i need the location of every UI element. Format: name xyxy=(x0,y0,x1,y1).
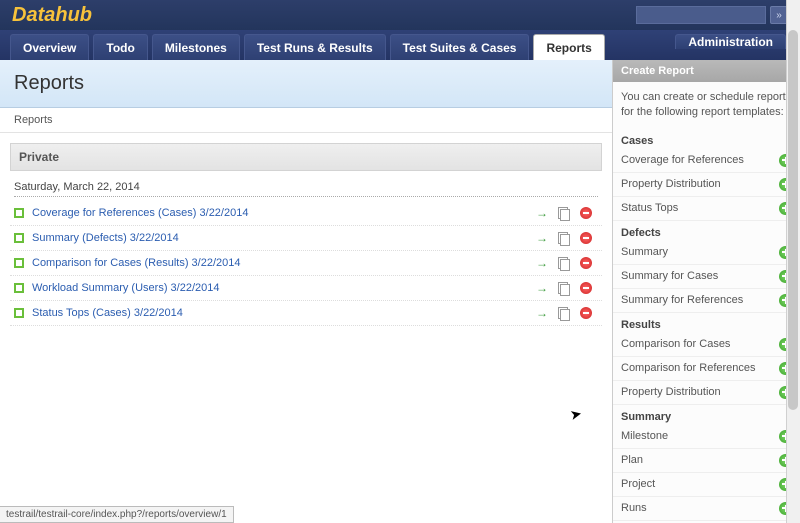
copy-icon[interactable] xyxy=(558,282,570,294)
sidebar-item-label: Property Distribution xyxy=(621,386,721,398)
main-panel: Reports Reports Private Saturday, March … xyxy=(0,60,612,523)
row-actions: → xyxy=(536,256,598,270)
row-actions: → xyxy=(536,206,598,220)
report-row: Status Tops (Cases) 3/22/2014→ xyxy=(10,301,602,326)
sidebar-item[interactable]: Comparison for Cases xyxy=(613,333,800,357)
sidebar-item-label: Property Distribution xyxy=(621,178,721,190)
report-status-icon xyxy=(14,208,24,218)
scrollbar[interactable] xyxy=(786,0,800,523)
delete-icon[interactable] xyxy=(580,282,592,294)
sidebar-item[interactable]: Summary for References xyxy=(613,289,800,313)
report-row: Coverage for References (Cases) 3/22/201… xyxy=(10,201,602,226)
copy-icon[interactable] xyxy=(558,307,570,319)
sidebar-item-label: Project xyxy=(621,478,655,490)
report-row: Summary (Defects) 3/22/2014→ xyxy=(10,226,602,251)
report-link[interactable]: Workload Summary (Users) 3/22/2014 xyxy=(32,282,536,294)
sidebar-item[interactable]: Milestone xyxy=(613,425,800,449)
scrollbar-thumb[interactable] xyxy=(788,30,798,410)
tab-administration[interactable]: Administration xyxy=(675,34,786,49)
copy-icon[interactable] xyxy=(558,232,570,244)
open-icon[interactable]: → xyxy=(536,206,548,220)
report-link[interactable]: Summary (Defects) 3/22/2014 xyxy=(32,232,536,244)
report-link[interactable]: Status Tops (Cases) 3/22/2014 xyxy=(32,307,536,319)
copy-icon[interactable] xyxy=(558,207,570,219)
open-icon[interactable]: → xyxy=(536,256,548,270)
tab-overview[interactable]: Overview xyxy=(10,34,89,60)
sidebar-item[interactable]: Comparison for References xyxy=(613,357,800,381)
report-status-icon xyxy=(14,233,24,243)
sidebar: Create Report You can create or schedule… xyxy=(612,60,800,523)
tab-reports[interactable]: Reports xyxy=(533,34,604,60)
tab-milestones[interactable]: Milestones xyxy=(152,34,240,60)
date-heading: Saturday, March 22, 2014 xyxy=(14,181,598,197)
sidebar-group-title: Summary xyxy=(613,405,800,425)
sidebar-item[interactable]: Plan xyxy=(613,449,800,473)
report-status-icon xyxy=(14,258,24,268)
report-row: Comparison for Cases (Results) 3/22/2014… xyxy=(10,251,602,276)
row-actions: → xyxy=(536,281,598,295)
sidebar-item-label: Coverage for References xyxy=(621,154,744,166)
delete-icon[interactable] xyxy=(580,207,592,219)
delete-icon[interactable] xyxy=(580,232,592,244)
open-icon[interactable]: → xyxy=(536,306,548,320)
content: Reports Reports Private Saturday, March … xyxy=(0,60,800,523)
topbar: Datahub » xyxy=(0,0,800,30)
sidebar-item[interactable]: Property Distribution xyxy=(613,173,800,197)
sidebar-item[interactable]: Summary xyxy=(613,241,800,265)
sidebar-item-label: Runs xyxy=(621,502,647,514)
sidebar-item[interactable]: Status Tops xyxy=(613,197,800,221)
sidebar-item-label: Comparison for References xyxy=(621,362,756,374)
tab-test-suites[interactable]: Test Suites & Cases xyxy=(390,34,530,60)
sidebar-item[interactable]: Runs xyxy=(613,497,800,521)
sidebar-group-title: Defects xyxy=(613,221,800,241)
sidebar-item[interactable]: Summary for Cases xyxy=(613,265,800,289)
search-icon: » xyxy=(776,10,782,21)
sidebar-group-title: Cases xyxy=(613,129,800,149)
sidebar-heading: Create Report xyxy=(613,60,800,82)
navbar: Overview Todo Milestones Test Runs & Res… xyxy=(0,30,800,60)
sidebar-item[interactable]: Property Distribution xyxy=(613,381,800,405)
brand-logo: Datahub xyxy=(12,4,92,27)
page-title: Reports xyxy=(0,60,612,108)
section-private: Private xyxy=(10,143,602,171)
search: » xyxy=(636,6,788,24)
tab-test-runs[interactable]: Test Runs & Results xyxy=(244,34,386,60)
sidebar-item-label: Summary for Cases xyxy=(621,270,718,282)
report-status-icon xyxy=(14,283,24,293)
report-status-icon xyxy=(14,308,24,318)
sidebar-group-title: Results xyxy=(613,313,800,333)
row-actions: → xyxy=(536,306,598,320)
open-icon[interactable]: → xyxy=(536,281,548,295)
report-list: Coverage for References (Cases) 3/22/201… xyxy=(10,201,602,326)
sidebar-item-label: Plan xyxy=(621,454,643,466)
sidebar-item-label: Milestone xyxy=(621,430,668,442)
delete-icon[interactable] xyxy=(580,307,592,319)
delete-icon[interactable] xyxy=(580,257,592,269)
report-link[interactable]: Comparison for Cases (Results) 3/22/2014 xyxy=(32,257,536,269)
sidebar-item-label: Status Tops xyxy=(621,202,678,214)
sidebar-item-label: Summary xyxy=(621,246,668,258)
report-link[interactable]: Coverage for References (Cases) 3/22/201… xyxy=(32,207,536,219)
report-row: Workload Summary (Users) 3/22/2014→ xyxy=(10,276,602,301)
search-input[interactable] xyxy=(636,6,766,24)
sidebar-item[interactable]: Project xyxy=(613,473,800,497)
breadcrumb: Reports xyxy=(0,108,612,133)
sidebar-item[interactable]: Coverage for References xyxy=(613,149,800,173)
tab-todo[interactable]: Todo xyxy=(93,34,147,60)
sidebar-item-label: Summary for References xyxy=(621,294,743,306)
sidebar-intro: You can create or schedule reports for t… xyxy=(613,82,800,129)
open-icon[interactable]: → xyxy=(536,231,548,245)
row-actions: → xyxy=(536,231,598,245)
sidebar-item-label: Comparison for Cases xyxy=(621,338,730,350)
copy-icon[interactable] xyxy=(558,257,570,269)
statusbar: testrail/testrail-core/index.php?/report… xyxy=(0,506,234,523)
